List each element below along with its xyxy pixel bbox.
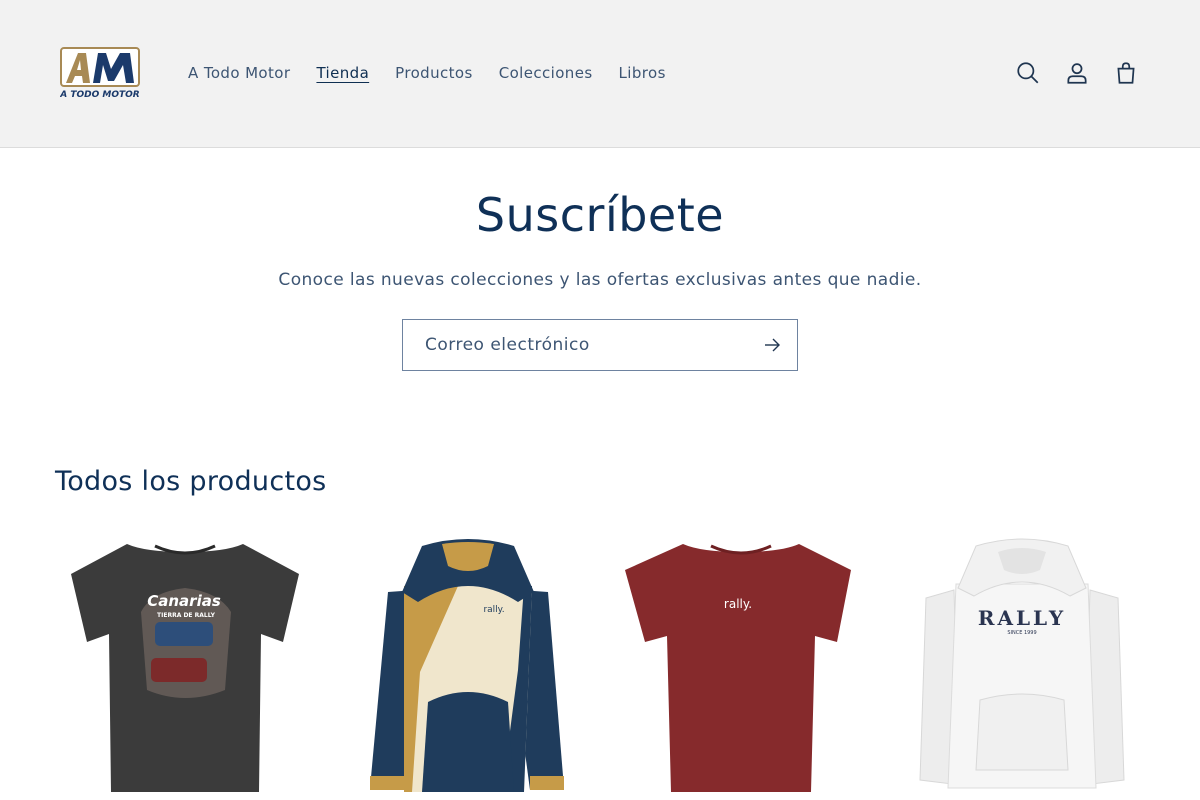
svg-text:RALLY: RALLY: [978, 606, 1066, 630]
newsletter-title: Suscríbete: [475, 188, 725, 242]
account-icon[interactable]: [1061, 58, 1093, 88]
cart-icon[interactable]: [1110, 58, 1142, 88]
newsletter-form: [402, 319, 798, 371]
product-image-navy-cream-hoodie: rally.: [370, 539, 564, 792]
nav-link-libros[interactable]: Libros: [606, 62, 679, 84]
svg-text:TIERRA DE RALLY: TIERRA DE RALLY: [157, 612, 216, 619]
product-image-charcoal-tshirt: Canarias TIERRA DE RALLY: [71, 544, 299, 792]
nav-link-a-todo-motor[interactable]: A Todo Motor: [175, 62, 303, 84]
newsletter-description: Conoce las nuevas colecciones y las ofer…: [278, 270, 922, 290]
email-input[interactable]: [403, 320, 743, 370]
header-actions: [1012, 58, 1159, 88]
site-header: A TODO MOTOR A Todo Motor Tienda Product…: [0, 0, 1200, 148]
svg-text:SINCE 1999: SINCE 1999: [1007, 630, 1036, 636]
main-nav: A Todo Motor Tienda Productos Coleccione…: [175, 62, 679, 84]
logo[interactable]: A TODO MOTOR: [59, 47, 140, 100]
arrow-right-icon[interactable]: [761, 334, 783, 356]
nav-link-productos[interactable]: Productos: [382, 62, 486, 84]
nav-link-colecciones[interactable]: Colecciones: [486, 62, 606, 84]
products-heading: Todos los productos: [55, 466, 327, 497]
svg-text:A TODO MOTOR: A TODO MOTOR: [60, 90, 140, 99]
logo-icon: A TODO MOTOR: [59, 47, 140, 100]
svg-text:rally.: rally.: [724, 597, 752, 611]
search-icon[interactable]: [1012, 58, 1044, 88]
product-card[interactable]: rally.: [611, 530, 871, 800]
product-card[interactable]: Canarias TIERRA DE RALLY: [55, 530, 315, 800]
product-card[interactable]: rally.: [338, 530, 598, 800]
product-image-white-hoodie: RALLY SINCE 1999: [919, 538, 1125, 789]
nav-link-tienda[interactable]: Tienda: [303, 62, 382, 84]
product-grid: Canarias TIERRA DE RALLY rally. rally. R…: [55, 530, 1145, 800]
product-card[interactable]: RALLY SINCE 1999: [894, 530, 1154, 800]
svg-text:rally.: rally.: [483, 605, 504, 615]
product-image-maroon-tshirt: rally.: [625, 544, 851, 792]
svg-text:Canarias: Canarias: [147, 592, 221, 610]
